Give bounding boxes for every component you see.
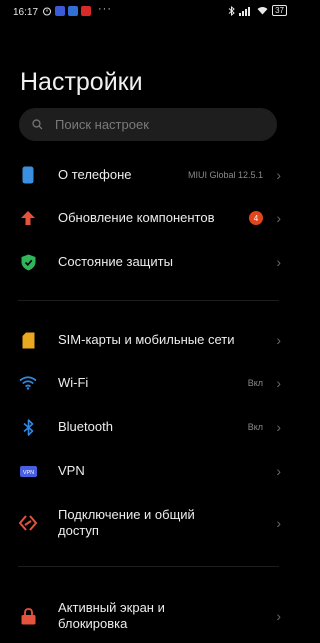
- lock-icon: [19, 607, 37, 625]
- miui-version: MIUI Global 12.5.1: [187, 170, 263, 180]
- wifi-status: Вкл: [247, 378, 263, 388]
- settings-item-wifi[interactable]: Wi-Fi Вкл ›: [0, 373, 297, 393]
- settings-item-lock-screen[interactable]: Активный экран и блокировка ›: [0, 599, 297, 633]
- settings-item-component-updates[interactable]: Обновление компонентов 4 ›: [0, 208, 297, 228]
- settings-item-label: Обновление компонентов: [58, 210, 215, 225]
- chevron-right-icon: ›: [276, 515, 281, 531]
- chevron-right-icon: ›: [276, 463, 281, 479]
- sim-card-icon: [19, 331, 37, 349]
- notification-icons: [42, 6, 91, 16]
- section-divider: [18, 566, 279, 567]
- label-line-1: Активный экран и: [58, 600, 165, 615]
- app-notification-icon: [55, 6, 65, 16]
- bluetooth-icon: [19, 418, 37, 436]
- signal-icon: [239, 6, 251, 16]
- chevron-right-icon: ›: [276, 332, 281, 348]
- page-title: Настройки: [20, 68, 143, 96]
- chevron-right-icon: ›: [276, 419, 281, 435]
- phone-icon: [19, 166, 37, 184]
- status-time: 16:17: [13, 7, 39, 18]
- settings-item-label: VPN: [58, 463, 85, 478]
- bluetooth-status-icon: [228, 5, 235, 16]
- search-input[interactable]: [53, 116, 257, 133]
- wifi-icon: [19, 374, 37, 392]
- chevron-right-icon: ›: [276, 167, 281, 183]
- settings-item-label: О телефоне: [58, 167, 132, 182]
- battery-icon: 37: [272, 5, 287, 16]
- chevron-right-icon: ›: [276, 210, 281, 226]
- search-bar[interactable]: [19, 108, 277, 141]
- section-divider: [18, 300, 279, 301]
- svg-text:VPN: VPN: [22, 470, 33, 476]
- search-icon: [32, 119, 43, 130]
- chat-notification-icon: [68, 6, 78, 16]
- settings-item-label: Подключение и общий доступ: [58, 507, 195, 539]
- label-line-2: блокировка: [58, 616, 128, 631]
- settings-item-sim-cards[interactable]: SIM-карты и мобильные сети ›: [0, 330, 297, 350]
- settings-item-protection-status[interactable]: Состояние защиты ›: [0, 252, 297, 272]
- share-connection-icon: [19, 514, 37, 532]
- settings-item-label: Wi-Fi: [58, 375, 89, 390]
- settings-item-connection-sharing[interactable]: Подключение и общий доступ ›: [0, 506, 297, 540]
- alarm-icon: [43, 7, 51, 16]
- settings-item-label: Состояние защиты: [58, 254, 173, 269]
- settings-item-about-phone[interactable]: О телефоне MIUI Global 12.5.1 ›: [0, 165, 297, 185]
- status-bar: 16:17 ··· 37: [0, 0, 297, 26]
- settings-item-bluetooth[interactable]: Bluetooth Вкл ›: [0, 417, 297, 437]
- status-right: 37: [228, 5, 287, 16]
- settings-item-label: Bluetooth: [58, 419, 113, 434]
- shield-check-icon: [19, 253, 37, 271]
- wifi-status-icon: [257, 7, 268, 15]
- vpn-icon: VPN: [19, 462, 37, 480]
- adobe-notification-icon: [81, 6, 91, 16]
- chevron-right-icon: ›: [276, 375, 281, 391]
- update-count-badge: 4: [249, 211, 263, 225]
- settings-item-vpn[interactable]: VPN VPN ›: [0, 461, 297, 481]
- settings-item-label: Активный экран и блокировка: [58, 600, 165, 632]
- arrow-up-icon: [19, 209, 37, 227]
- settings-item-label: SIM-карты и мобильные сети: [58, 332, 235, 347]
- bluetooth-status: Вкл: [247, 422, 263, 432]
- label-line-2: доступ: [58, 523, 99, 538]
- more-notifications-icon: ···: [98, 3, 112, 15]
- chevron-right-icon: ›: [276, 608, 281, 624]
- label-line-1: Подключение и общий: [58, 507, 195, 522]
- chevron-right-icon: ›: [276, 254, 281, 270]
